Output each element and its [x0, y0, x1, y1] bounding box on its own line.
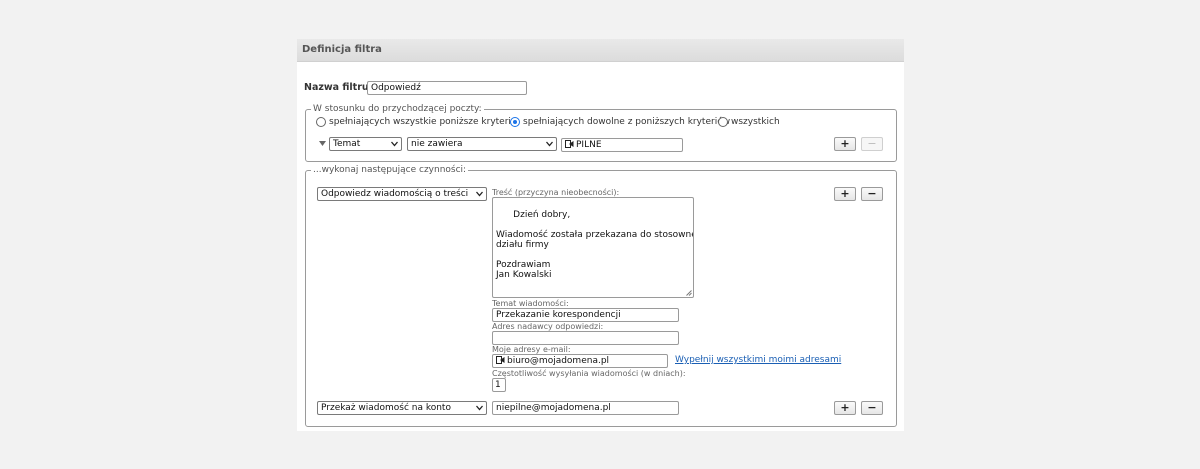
- remove-action1-button[interactable]: −: [861, 187, 883, 201]
- filter-name-input[interactable]: Odpowiedź: [367, 81, 527, 95]
- chevron-down-icon: [476, 191, 483, 197]
- radio-all-criteria-label: spełniających wszystkie poniższe kryteri…: [329, 117, 517, 127]
- incoming-criteria-fieldset: W stosunku do przychodzącej poczty: speł…: [305, 104, 897, 162]
- filter-definition-panel: Definicja filtra Nazwa filtru: Odpowiedź…: [297, 39, 904, 431]
- my-address-input[interactable]: biuro@mojadomena.pl: [492, 354, 668, 368]
- actions-legend: ...wykonaj następujące czynności:: [311, 165, 469, 175]
- rule-value-input[interactable]: PILNE: [561, 138, 683, 152]
- action2-type-select[interactable]: Przekaż wiadomość na konto: [317, 401, 487, 415]
- reply-body-text: Dzień dobry, Wiadomość została przekazan…: [496, 210, 693, 280]
- panel-header: Definicja filtra: [297, 39, 904, 62]
- forward-target-input[interactable]: niepilne@mojadomena.pl: [492, 401, 679, 415]
- panel-title: Definicja filtra: [302, 44, 382, 55]
- radio-all-messages-label: wszystkich: [731, 117, 780, 127]
- reply-sender-label: Adres nadawcy odpowiedzi:: [492, 322, 604, 331]
- reply-subject-label: Temat wiadomości:: [492, 299, 569, 308]
- radio-any-criteria-label: spełniających dowolne z poniższych kryte…: [523, 117, 731, 127]
- remove-action2-button[interactable]: −: [861, 401, 883, 415]
- action1-type-value: Odpowiedz wiadomością o treści: [321, 189, 469, 199]
- add-action1-button[interactable]: +: [834, 187, 856, 201]
- actions-fieldset: ...wykonaj następujące czynności: Odpowi…: [305, 165, 897, 427]
- rule-field-value: Temat: [333, 139, 361, 149]
- my-addresses-label: Moje adresy e-mail:: [492, 345, 571, 354]
- rule-field-select[interactable]: Temat: [329, 137, 402, 151]
- reply-body-label: Treść (przyczyna nieobecności):: [492, 188, 620, 197]
- tag-icon: [496, 356, 505, 364]
- collapse-arrow-icon[interactable]: [319, 141, 326, 146]
- radio-all-criteria[interactable]: [316, 117, 326, 127]
- chevron-down-icon: [546, 141, 553, 147]
- chevron-down-icon: [476, 405, 483, 411]
- rule-operator-value: nie zawiera: [411, 139, 463, 149]
- remove-rule-button[interactable]: −: [861, 137, 883, 151]
- rule-value-text: PILNE: [576, 140, 602, 150]
- radio-any-criteria[interactable]: [510, 117, 520, 127]
- frequency-input[interactable]: 1: [492, 378, 506, 392]
- tag-icon: [565, 140, 574, 148]
- chevron-down-icon: [391, 141, 398, 147]
- incoming-criteria-legend: W stosunku do przychodzącej poczty:: [311, 104, 484, 114]
- frequency-label: Częstotliwość wysyłania wiadomości (w dn…: [492, 369, 686, 378]
- add-action2-button[interactable]: +: [834, 401, 856, 415]
- rule-operator-select[interactable]: nie zawiera: [407, 137, 557, 151]
- action1-type-select[interactable]: Odpowiedz wiadomością o treści: [317, 187, 487, 201]
- fill-all-addresses-link[interactable]: Wypełnij wszystkimi moimi adresami: [675, 355, 841, 365]
- action2-type-value: Przekaż wiadomość na konto: [321, 403, 451, 413]
- resize-handle-icon[interactable]: [686, 290, 692, 296]
- radio-all-messages[interactable]: [718, 117, 728, 127]
- reply-body-textarea[interactable]: Dzień dobry, Wiadomość została przekazan…: [492, 197, 694, 298]
- reply-subject-input[interactable]: Przekazanie korespondencji: [492, 308, 679, 322]
- filter-name-label: Nazwa filtru:: [304, 82, 373, 93]
- add-rule-button[interactable]: +: [834, 137, 856, 151]
- reply-sender-input[interactable]: [492, 331, 679, 345]
- my-address-text: biuro@mojadomena.pl: [507, 356, 610, 366]
